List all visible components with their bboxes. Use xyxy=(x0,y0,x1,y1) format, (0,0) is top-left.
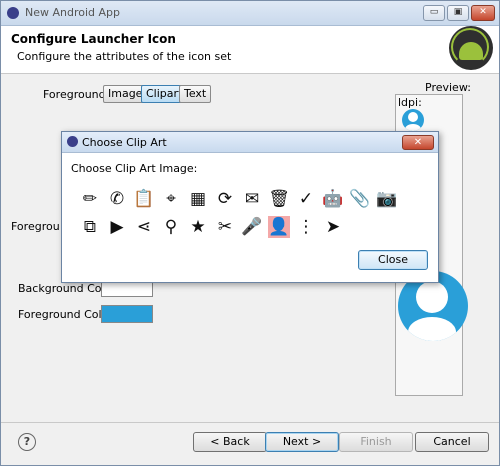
microphone-icon[interactable]: 🎤 xyxy=(241,216,263,238)
send-icon[interactable]: ➤ xyxy=(322,216,344,238)
foreground-scaling-label: Foregrou xyxy=(11,220,60,233)
grid-icon[interactable]: ▦ xyxy=(187,188,209,210)
share-icon[interactable]: ⋖ xyxy=(133,216,155,238)
wizard-header: Configure Launcher Icon Configure the at… xyxy=(1,26,499,74)
dialog-title-bar: Choose Clip Art ✕ xyxy=(62,132,438,153)
cut-icon[interactable]: ✂ xyxy=(214,216,236,238)
finish-button: Finish xyxy=(339,432,413,452)
eclipse-icon xyxy=(67,136,78,147)
phone-icon[interactable]: ✆ xyxy=(106,188,128,210)
close-window-button[interactable]: ✕ xyxy=(471,5,495,21)
more-vert-icon[interactable]: ⋮ xyxy=(295,216,317,238)
cancel-button[interactable]: Cancel xyxy=(415,432,489,452)
foreground-label: Foreground: xyxy=(43,88,110,101)
copy-icon[interactable]: ⧉ xyxy=(79,216,101,238)
refresh-icon[interactable]: ⟳ xyxy=(214,188,236,210)
preview-label: Preview: xyxy=(425,81,471,94)
android-icon[interactable]: 🤖 xyxy=(322,188,344,210)
android-logo-icon xyxy=(449,26,493,70)
help-icon[interactable]: ? xyxy=(18,433,36,451)
eclipse-icon xyxy=(7,7,19,19)
email-icon[interactable]: ✉ xyxy=(241,188,263,210)
check-icon[interactable]: ✓ xyxy=(295,188,317,210)
search-icon[interactable]: ⚲ xyxy=(160,216,182,238)
page-title: Configure Launcher Icon xyxy=(11,32,176,46)
paperclip-icon[interactable]: 📎 xyxy=(349,188,371,210)
title-bar: New Android App ▭ ▣ ✕ xyxy=(1,1,499,26)
foreground-text-button[interactable]: Text xyxy=(179,85,212,103)
minimize-button[interactable]: ▭ xyxy=(423,5,445,21)
camera-icon[interactable]: 📷 xyxy=(376,188,398,210)
preview-icon-ldpi xyxy=(402,109,424,131)
clip-art-prompt: Choose Clip Art Image: xyxy=(71,162,198,175)
wizard-footer: ? < Back Next > Finish Cancel xyxy=(1,422,499,465)
logo-face xyxy=(459,42,483,60)
dialog-close-x-button[interactable]: ✕ xyxy=(402,135,434,150)
back-button[interactable]: < Back xyxy=(193,432,267,452)
clipboard-icon[interactable]: 📋 xyxy=(133,188,155,210)
pencil-icon[interactable]: ✏ xyxy=(79,188,101,210)
density-label: ldpi: xyxy=(398,96,422,109)
crosshair-icon[interactable]: ⌖ xyxy=(160,188,182,210)
dialog-close-button[interactable]: Close xyxy=(358,250,428,270)
window-title: New Android App xyxy=(25,6,121,19)
page-subtitle: Configure the attributes of the icon set xyxy=(17,50,232,63)
video-icon[interactable]: ▶ xyxy=(106,216,128,238)
star-icon[interactable]: ★ xyxy=(187,216,209,238)
trash-icon[interactable]: 🗑 xyxy=(268,188,290,210)
choose-clip-art-dialog: Choose Clip Art ✕ Choose Clip Art Image:… xyxy=(61,131,439,283)
user-icon[interactable]: 👤 xyxy=(268,216,290,238)
dialog-title: Choose Clip Art xyxy=(82,136,167,149)
foreground-color-picker[interactable] xyxy=(101,305,153,323)
maximize-button[interactable]: ▣ xyxy=(447,5,469,21)
next-button[interactable]: Next > xyxy=(265,432,339,452)
